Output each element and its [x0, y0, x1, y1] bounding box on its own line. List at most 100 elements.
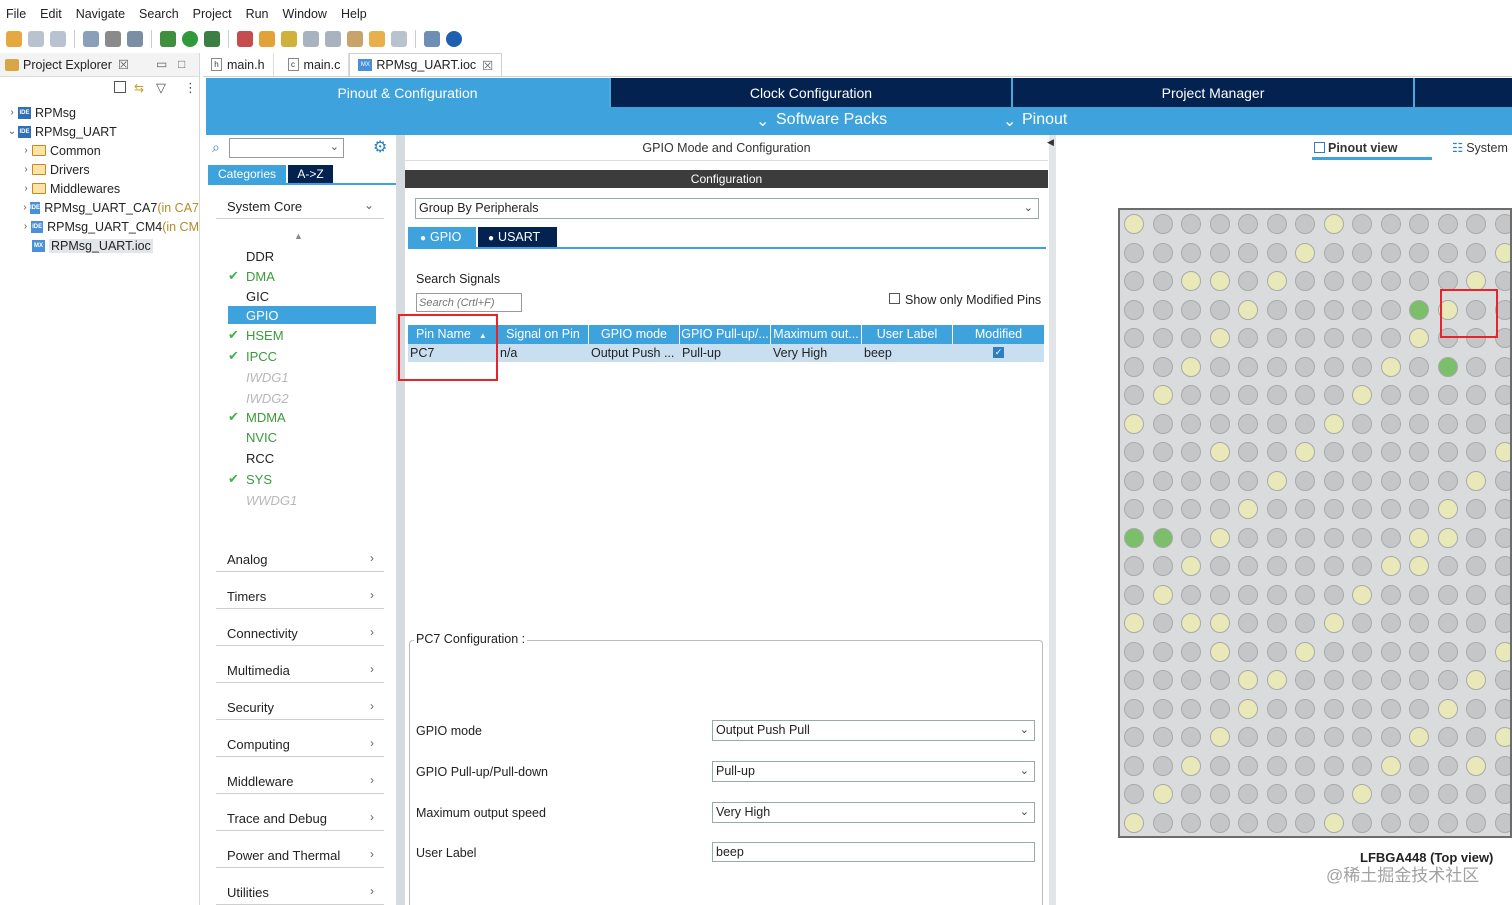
close-icon[interactable]: ☒: [118, 57, 129, 72]
chip-pin[interactable]: [1494, 556, 1510, 576]
chip-pin[interactable]: [1494, 470, 1510, 491]
chip-pin[interactable]: [1352, 698, 1372, 719]
debug-icon[interactable]: [160, 31, 176, 47]
categories-button[interactable]: Categories: [208, 165, 286, 183]
chip-pin[interactable]: [1437, 698, 1458, 719]
chip-pin[interactable]: [1323, 812, 1344, 833]
chip-pin[interactable]: [1181, 242, 1201, 263]
chip-pin[interactable]: [1409, 470, 1429, 491]
stop-icon[interactable]: [237, 31, 253, 47]
chip-pin[interactable]: [1352, 442, 1372, 462]
chip-pin[interactable]: [1409, 527, 1429, 548]
chip-pin[interactable]: [1380, 527, 1401, 548]
collapse-all-icon[interactable]: [114, 81, 126, 93]
chip-pin[interactable]: [1209, 556, 1230, 576]
chip-pin[interactable]: [1466, 527, 1486, 548]
chip-pin[interactable]: [1295, 470, 1315, 491]
chip-pin[interactable]: [1409, 242, 1429, 263]
new-file-icon[interactable]: [6, 31, 22, 47]
az-button[interactable]: A->Z: [288, 165, 333, 183]
expand-icon[interactable]: ›: [20, 202, 30, 213]
chip-pin[interactable]: [1181, 271, 1201, 291]
chip-pin[interactable]: [1352, 527, 1372, 548]
chip-pin[interactable]: [1124, 214, 1144, 234]
tree-item-ioc[interactable]: MX RPMsg_UART.ioc: [0, 236, 199, 255]
chip-pin[interactable]: [1152, 442, 1173, 462]
category-utilities[interactable]: Utilities ›: [216, 877, 384, 905]
system-view-tab[interactable]: ☷ System: [1452, 139, 1512, 159]
cell-label[interactable]: beep: [862, 344, 953, 362]
chip-pin[interactable]: [1409, 385, 1429, 405]
chip-pin[interactable]: [1295, 613, 1315, 633]
chip-pin[interactable]: [1380, 470, 1401, 491]
chip-pin[interactable]: [1266, 755, 1287, 776]
chip-pin[interactable]: [1209, 784, 1230, 804]
chip-pin[interactable]: [1494, 413, 1510, 434]
chip-pin[interactable]: [1380, 698, 1401, 719]
chip-pin[interactable]: [1209, 755, 1230, 776]
chip-pin[interactable]: [1152, 670, 1173, 690]
chip-pin[interactable]: [1238, 499, 1258, 519]
chip-pin[interactable]: [1323, 527, 1344, 548]
col-max-speed[interactable]: Maximum out...: [771, 325, 862, 344]
chip-pin[interactable]: [1152, 527, 1173, 548]
tree-item-rpmsg-uart[interactable]: ⌄ IDE RPMsg_UART: [0, 122, 199, 141]
chip-pin[interactable]: [1295, 727, 1315, 747]
chip-pin[interactable]: [1124, 755, 1144, 776]
chip-pin[interactable]: [1266, 385, 1287, 405]
chip-pin[interactable]: [1466, 470, 1486, 491]
chip-pin[interactable]: [1494, 527, 1510, 548]
chip-pin[interactable]: [1209, 613, 1230, 633]
tree-item-drivers[interactable]: › Drivers: [0, 160, 199, 179]
chip-pin[interactable]: [1466, 670, 1486, 690]
panel-splitter[interactable]: [396, 135, 405, 905]
external-tools-icon[interactable]: [204, 31, 220, 47]
chip-pin[interactable]: [1209, 527, 1230, 548]
chip-pin[interactable]: [1209, 442, 1230, 462]
chip-pin[interactable]: [1437, 670, 1458, 690]
chip-pin[interactable]: [1352, 242, 1372, 263]
view-menu-icon[interactable]: ⋮: [184, 80, 197, 96]
menu-file[interactable]: File: [6, 7, 26, 21]
chip-pin[interactable]: [1494, 214, 1510, 234]
chip-pin[interactable]: [1380, 214, 1401, 234]
chip-pin[interactable]: [1494, 727, 1510, 747]
chip-pin[interactable]: [1409, 299, 1429, 320]
chip-pin[interactable]: [1295, 442, 1315, 462]
chip-pin[interactable]: [1152, 242, 1173, 263]
category-connectivity[interactable]: Connectivity ›: [216, 618, 384, 646]
chip-pin[interactable]: [1409, 413, 1429, 434]
chip-pin[interactable]: [1209, 470, 1230, 491]
item-sys[interactable]: ✔ SYS: [228, 470, 376, 488]
menu-run[interactable]: Run: [246, 7, 269, 21]
chip-pin[interactable]: [1152, 299, 1173, 320]
chip-pin[interactable]: [1124, 584, 1144, 605]
chip-pin[interactable]: [1352, 812, 1372, 833]
project-explorer-tab[interactable]: Project Explorer ☒ ▭ □: [0, 53, 199, 77]
chip-pin[interactable]: [1124, 328, 1144, 348]
menu-search[interactable]: Search: [139, 7, 179, 21]
chip-pin[interactable]: [1494, 356, 1510, 377]
category-trace-debug[interactable]: Trace and Debug ›: [216, 803, 384, 831]
chip-pin[interactable]: [1494, 271, 1510, 291]
chip-pin[interactable]: [1124, 470, 1144, 491]
chip-pin[interactable]: [1181, 641, 1201, 662]
chip-pin[interactable]: [1266, 812, 1287, 833]
item-iwdg2[interactable]: IWDG2: [228, 389, 376, 407]
chip-pin[interactable]: [1437, 527, 1458, 548]
chip-pin[interactable]: [1380, 641, 1401, 662]
chip-pin[interactable]: [1209, 242, 1230, 263]
chip-pin[interactable]: [1494, 812, 1510, 833]
chip-pin[interactable]: [1181, 727, 1201, 747]
chip-pin[interactable]: [1152, 499, 1173, 519]
cell-signal[interactable]: n/a: [498, 344, 589, 362]
chip-pin[interactable]: [1494, 613, 1510, 633]
item-mdma[interactable]: ✔ MDMA: [228, 408, 376, 426]
pinout-menu[interactable]: Pinout: [1022, 111, 1067, 129]
chip-pin[interactable]: [1352, 556, 1372, 576]
chip-pin[interactable]: [1181, 755, 1201, 776]
chip-pin[interactable]: [1181, 499, 1201, 519]
expand-icon[interactable]: ›: [20, 221, 31, 232]
chip-pin[interactable]: [1181, 556, 1201, 576]
chip-pin[interactable]: [1238, 385, 1258, 405]
